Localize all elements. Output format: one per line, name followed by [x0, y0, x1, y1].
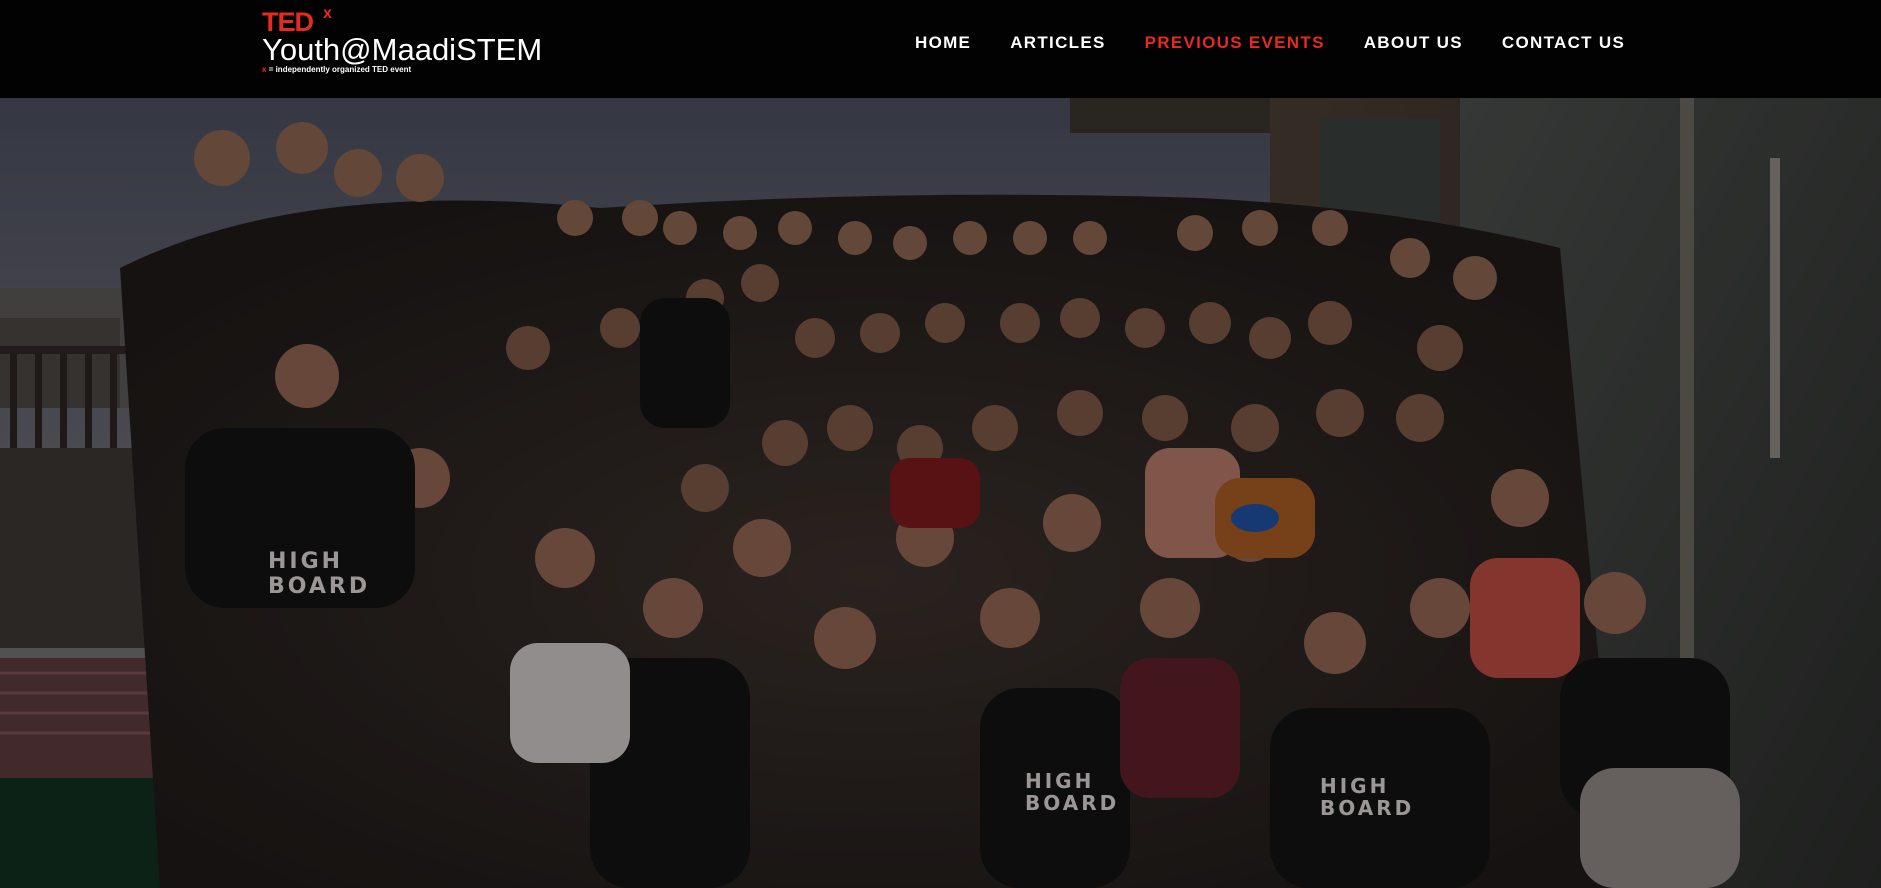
logo-event-name: Youth@MaadiSTEM	[262, 32, 543, 67]
menu-item-about-us[interactable]: ABOUT US	[1364, 33, 1463, 53]
group-photo-illustration: HIGH BOARD HIGH BOARD HIGH BOARD	[0, 98, 1881, 888]
logo-tagline-mark: x	[262, 65, 267, 74]
menu-item-previous-events[interactable]: PREVIOUS EVENTS	[1145, 33, 1325, 53]
main-menu: HOME ARTICLES PREVIOUS EVENTS ABOUT US C…	[915, 33, 1664, 53]
logo-x-superscript: x	[323, 5, 332, 22]
tedx-logo[interactable]: TED x Youth@MaadiSTEM x = independently …	[262, 5, 552, 75]
logo-tagline: x = independently organized TED event	[262, 65, 411, 74]
menu-item-articles[interactable]: ARTICLES	[1010, 33, 1105, 53]
menu-item-contact-us[interactable]: CONTACT US	[1502, 33, 1625, 53]
logo-tagline-text: = independently organized TED event	[268, 65, 412, 74]
menu-item-home[interactable]: HOME	[915, 33, 971, 53]
hero-group-photo: HIGH BOARD HIGH BOARD HIGH BOARD	[0, 98, 1881, 888]
top-navigation-bar: TED x Youth@MaadiSTEM x = independently …	[0, 0, 1881, 98]
